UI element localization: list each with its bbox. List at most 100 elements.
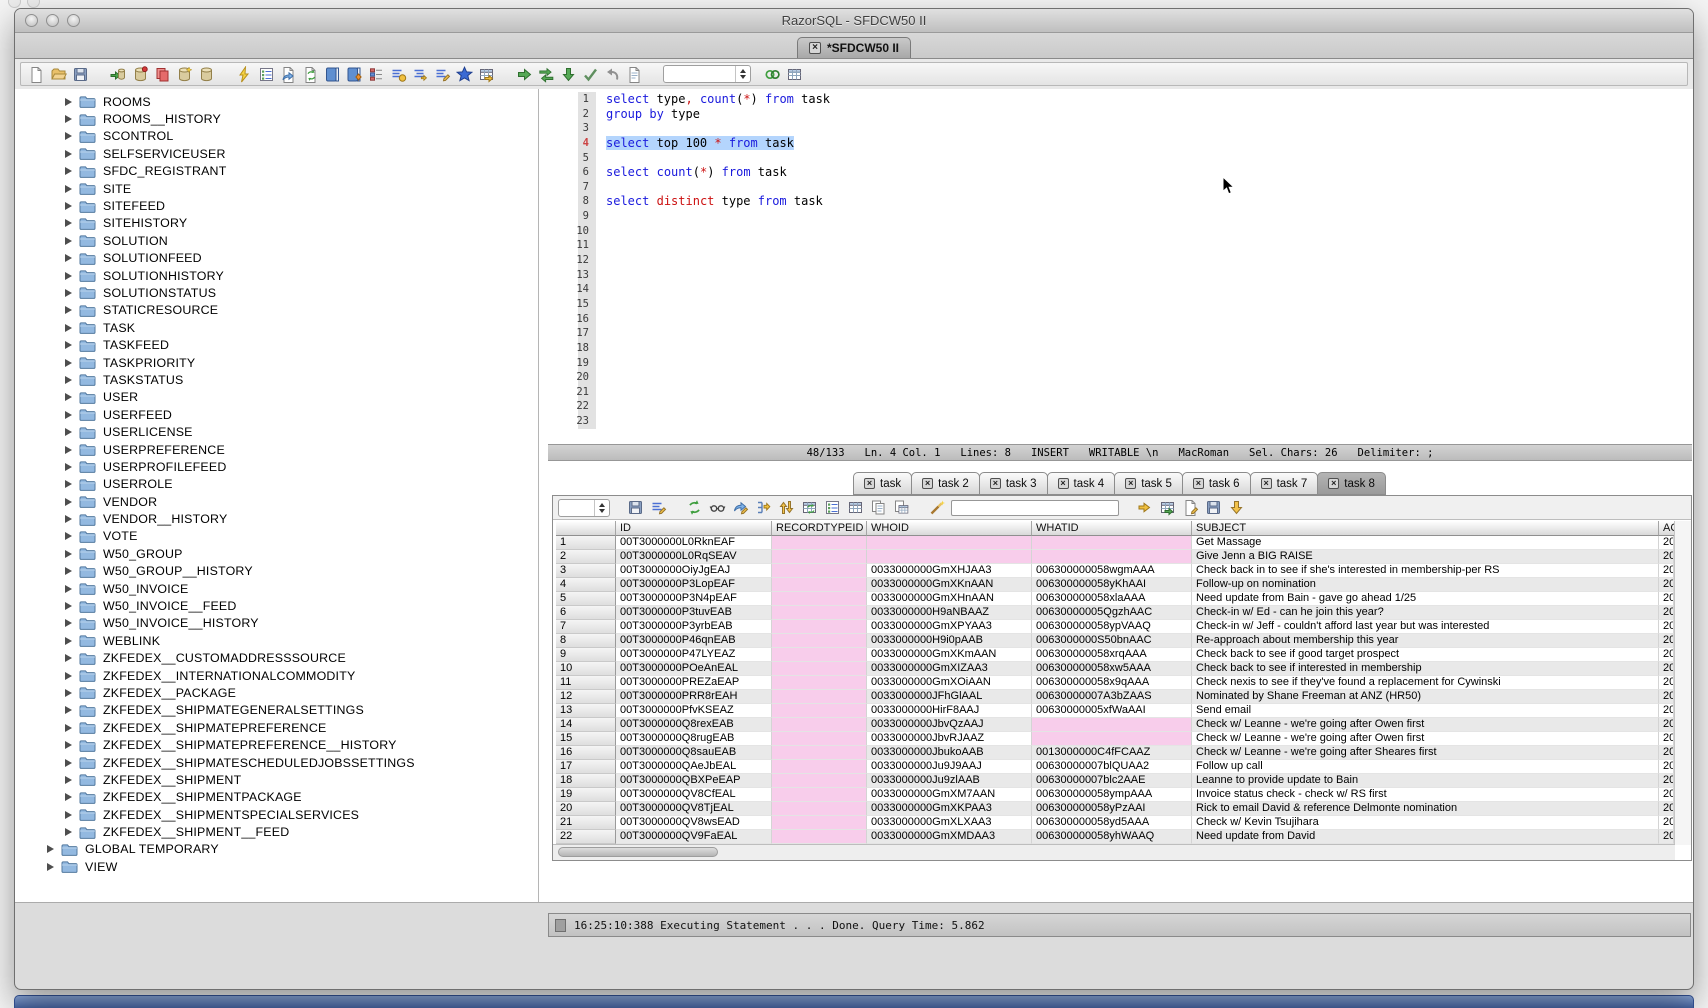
row-number-cell[interactable]: 8: [556, 634, 616, 648]
book-search-icon[interactable]: [345, 65, 364, 84]
table-cell[interactable]: 200: [1659, 536, 1674, 550]
column-header-ac[interactable]: AC: [1659, 521, 1674, 536]
favorites-star-icon[interactable]: [455, 65, 474, 84]
sidebar-item-solutionhistory[interactable]: SOLUTIONHISTORY: [15, 267, 538, 284]
editor-line[interactable]: 6select count(*) from task: [548, 165, 1692, 180]
table-row[interactable]: 1900T3000000QV8CfEAL0033000000GmXM7AAN00…: [556, 788, 1674, 802]
row-limit-select[interactable]: [558, 499, 610, 517]
expand-arrow-icon[interactable]: [65, 724, 72, 732]
close-tab-icon[interactable]: ×: [990, 478, 1001, 489]
sidebar-item-zkfedex__shipmentspecialservices[interactable]: ZKFEDEX__SHIPMENTSPECIALSERVICES: [15, 806, 538, 823]
result-tab-task-6[interactable]: ×task 6: [1182, 472, 1251, 495]
row-number-cell[interactable]: 19: [556, 788, 616, 802]
editor-line[interactable]: 3: [548, 121, 1692, 136]
table-cell[interactable]: Check nexis to see if they've found a re…: [1192, 676, 1659, 690]
table-cell[interactable]: 200: [1659, 690, 1674, 704]
editor-line[interactable]: 15: [548, 297, 1692, 312]
column-header-subject[interactable]: SUBJECT: [1192, 521, 1659, 536]
table-cell[interactable]: 200: [1659, 620, 1674, 634]
stepper-icon[interactable]: [735, 66, 750, 82]
expand-arrow-icon[interactable]: [65, 585, 72, 593]
table-cell[interactable]: Invoice status check - check w/ RS first: [1192, 788, 1659, 802]
expand-arrow-icon[interactable]: [65, 272, 72, 280]
row-number-cell[interactable]: 12: [556, 690, 616, 704]
save-disk2-icon[interactable]: [1204, 498, 1223, 517]
table-cell[interactable]: 200: [1659, 564, 1674, 578]
sidebar-item-solutionfeed[interactable]: SOLUTIONFEED: [15, 250, 538, 267]
expand-arrow-icon[interactable]: [65, 619, 72, 627]
table-cell[interactable]: [772, 648, 867, 662]
tree-join-icon[interactable]: [754, 498, 773, 517]
table-cell[interactable]: Follow up call: [1192, 760, 1659, 774]
table-cell[interactable]: 0033000000GmXMDAA3: [867, 830, 1032, 844]
expand-arrow-icon[interactable]: [65, 115, 72, 123]
table-cell[interactable]: 200: [1659, 802, 1674, 816]
close-tab-icon[interactable]: ×: [1261, 478, 1272, 489]
expand-arrow-icon[interactable]: [65, 306, 72, 314]
expand-arrow-icon[interactable]: [65, 324, 72, 332]
editor-line[interactable]: 7: [548, 180, 1692, 195]
table-cell[interactable]: 006300000058xw5AAA: [1032, 662, 1192, 676]
table-cell[interactable]: [772, 592, 867, 606]
sidebar-item-scontrol[interactable]: SCONTROL: [15, 128, 538, 145]
row-number-cell[interactable]: 15: [556, 732, 616, 746]
table-cell[interactable]: 00T3000000Q8rexEAB: [616, 718, 772, 732]
table-cell[interactable]: 00T3000000PRR8rEAH: [616, 690, 772, 704]
go-forward-icon[interactable]: [515, 65, 534, 84]
table-cell[interactable]: 00T3000000QV9FaEAL: [616, 830, 772, 844]
column-header-recordtypeid[interactable]: RECORDTYPEID: [772, 521, 867, 536]
db-import-icon[interactable]: [109, 65, 128, 84]
sidebar-item-weblink[interactable]: WEBLINK: [15, 632, 538, 649]
sidebar-item-w50_invoice[interactable]: W50_INVOICE: [15, 580, 538, 597]
row-number-cell[interactable]: 9: [556, 648, 616, 662]
sidebar-item-zkfedex__customaddresssource[interactable]: ZKFEDEX__CUSTOMADDRESSSOURCE: [15, 650, 538, 667]
expand-arrow-icon[interactable]: [65, 637, 72, 645]
minimize-window-button[interactable]: [46, 14, 59, 27]
row-number-cell[interactable]: 21: [556, 816, 616, 830]
table-cell[interactable]: 200: [1659, 816, 1674, 830]
table-row[interactable]: 2000T3000000QV8TjEAL0033000000GmXKPAA300…: [556, 802, 1674, 816]
table-cell[interactable]: 00T3000000QBXPeEAP: [616, 774, 772, 788]
table-cell[interactable]: [867, 550, 1032, 564]
table-cell[interactable]: 00T3000000P3tuvEAB: [616, 606, 772, 620]
table-import-icon[interactable]: [1158, 498, 1177, 517]
table-cell[interactable]: 200: [1659, 634, 1674, 648]
rollback-undo-icon[interactable]: [603, 65, 622, 84]
table-cell[interactable]: [772, 606, 867, 620]
editor-line[interactable]: 8select distinct type from task: [548, 194, 1692, 209]
result-tab-task-2[interactable]: ×task 2: [911, 472, 980, 495]
table-cell[interactable]: 200: [1659, 746, 1674, 760]
expand-arrow-icon[interactable]: [65, 185, 72, 193]
editor-line[interactable]: 9: [548, 209, 1692, 224]
table-row[interactable]: 1800T3000000QBXPeEAP0033000000Ju9zlAAB00…: [556, 774, 1674, 788]
sidebar-item-global-temporary[interactable]: GLOBAL TEMPORARY: [15, 841, 538, 858]
expand-arrow-icon[interactable]: [65, 672, 72, 680]
expand-arrow-icon[interactable]: [65, 602, 72, 610]
table-cell[interactable]: 200: [1659, 788, 1674, 802]
table-cell[interactable]: 0033000000GmXKmAAN: [867, 648, 1032, 662]
expand-arrow-icon[interactable]: [47, 845, 54, 853]
table-cell[interactable]: 00T3000000PfvKSEAZ: [616, 704, 772, 718]
expand-arrow-icon[interactable]: [65, 828, 72, 836]
table-row[interactable]: 1500T3000000Q8rugEAB0033000000JbvRJAAZCh…: [556, 732, 1674, 746]
sidebar-item-zkfedex__shipmentpackage[interactable]: ZKFEDEX__SHIPMENTPACKAGE: [15, 789, 538, 806]
zoom-window-button[interactable]: [67, 14, 80, 27]
expand-arrow-icon[interactable]: [65, 98, 72, 106]
save-file-icon[interactable]: [71, 65, 90, 84]
table-row[interactable]: 1600T3000000Q8sauEAB0033000000JbukoAAB00…: [556, 746, 1674, 760]
doc-log-icon[interactable]: [625, 65, 644, 84]
table-cell[interactable]: 00T3000000QV8TjEAL: [616, 802, 772, 816]
sidebar-item-solution[interactable]: SOLUTION: [15, 232, 538, 249]
result-tab-task-3[interactable]: ×task 3: [979, 472, 1048, 495]
row-number-cell[interactable]: 1: [556, 536, 616, 550]
table-row[interactable]: 1000T3000000POeAnEAL0033000000GmXIZAA300…: [556, 662, 1674, 676]
sidebar-item-solutionstatus[interactable]: SOLUTIONSTATUS: [15, 284, 538, 301]
editor-line[interactable]: 19: [548, 356, 1692, 371]
table-cell[interactable]: [1032, 536, 1192, 550]
open-file-icon[interactable]: [49, 65, 68, 84]
close-tab-icon[interactable]: ×: [1058, 478, 1069, 489]
table-cell[interactable]: [772, 802, 867, 816]
sidebar-item-zkfedex__shipmategeneralsettings[interactable]: ZKFEDEX__SHIPMATEGENERALSETTINGS: [15, 702, 538, 719]
updown-arrows-icon[interactable]: [777, 498, 796, 517]
table-row[interactable]: 200T3000000L0RqSEAVGive Jenn a BIG RAISE…: [556, 550, 1674, 564]
